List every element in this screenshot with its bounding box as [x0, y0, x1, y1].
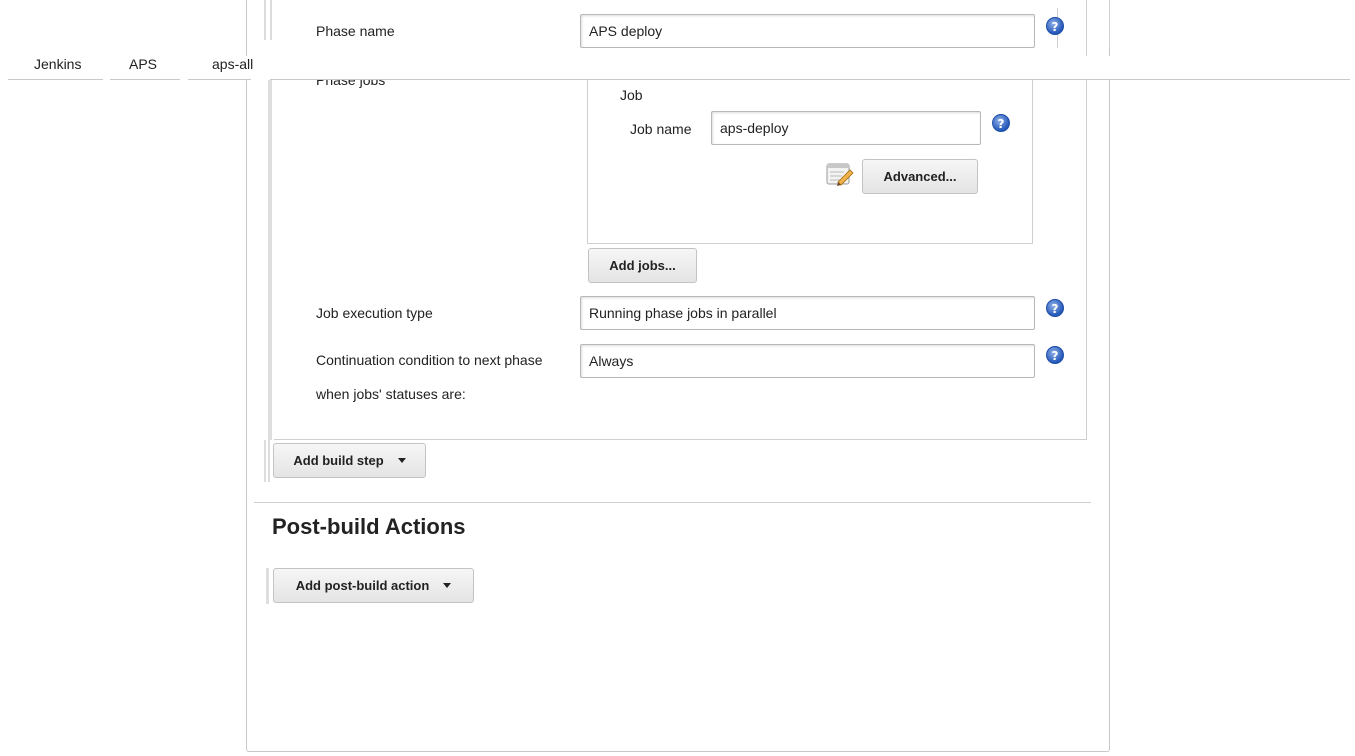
- frame-line: [268, 440, 270, 482]
- caret-down-icon: [443, 583, 452, 588]
- add-build-step-button[interactable]: Add build step: [273, 443, 426, 478]
- continuation-label-line2: when jobs' statuses are:: [316, 386, 466, 402]
- phase-name-input[interactable]: APS deploy: [580, 14, 1035, 48]
- job-name-label: Job name: [630, 121, 692, 137]
- add-post-build-action-label: Add post-build action: [295, 578, 430, 593]
- build-step-drag-handle[interactable]: [268, 78, 272, 440]
- breadcrumb: [0, 56, 1355, 80]
- add-jobs-button[interactable]: Add jobs...: [588, 248, 697, 283]
- execution-type-label: Job execution type: [316, 305, 433, 321]
- frame-line: [270, 0, 272, 40]
- breadcrumb-item-jenkins[interactable]: Jenkins: [34, 56, 81, 72]
- breadcrumb-underline: [110, 79, 180, 80]
- notepad-icon[interactable]: [826, 162, 854, 186]
- frame-line: [266, 568, 269, 604]
- help-icon[interactable]: ?: [1046, 299, 1064, 317]
- job-name-input[interactable]: aps-deploy: [711, 111, 981, 145]
- frame-line: [264, 0, 266, 40]
- continuation-select[interactable]: Always: [580, 344, 1035, 378]
- add-build-step-label: Add build step: [293, 453, 384, 468]
- help-icon[interactable]: ?: [1046, 346, 1064, 364]
- caret-down-icon: [397, 458, 406, 463]
- breadcrumb-item-aps[interactable]: APS: [129, 56, 157, 72]
- post-build-title: Post-build Actions: [272, 514, 466, 539]
- phase-name-label: Phase name: [316, 23, 395, 39]
- panel-right-edge: [1109, 0, 1110, 48]
- breadcrumb-item-aps-all[interactable]: aps-all: [212, 56, 253, 72]
- job-section-title: Job: [620, 87, 643, 103]
- frame-line: [264, 440, 266, 482]
- continuation-label: Continuation condition to next phase: [316, 352, 543, 368]
- help-icon[interactable]: ?: [1046, 17, 1064, 35]
- help-icon[interactable]: ?: [992, 114, 1010, 132]
- add-post-build-action-button[interactable]: Add post-build action: [273, 568, 474, 603]
- breadcrumb-underline: [8, 79, 103, 80]
- section-divider: [254, 502, 1091, 503]
- execution-type-select[interactable]: Running phase jobs in parallel: [580, 296, 1035, 330]
- advanced-button[interactable]: Advanced...: [862, 159, 978, 194]
- breadcrumb-underline: [188, 79, 251, 80]
